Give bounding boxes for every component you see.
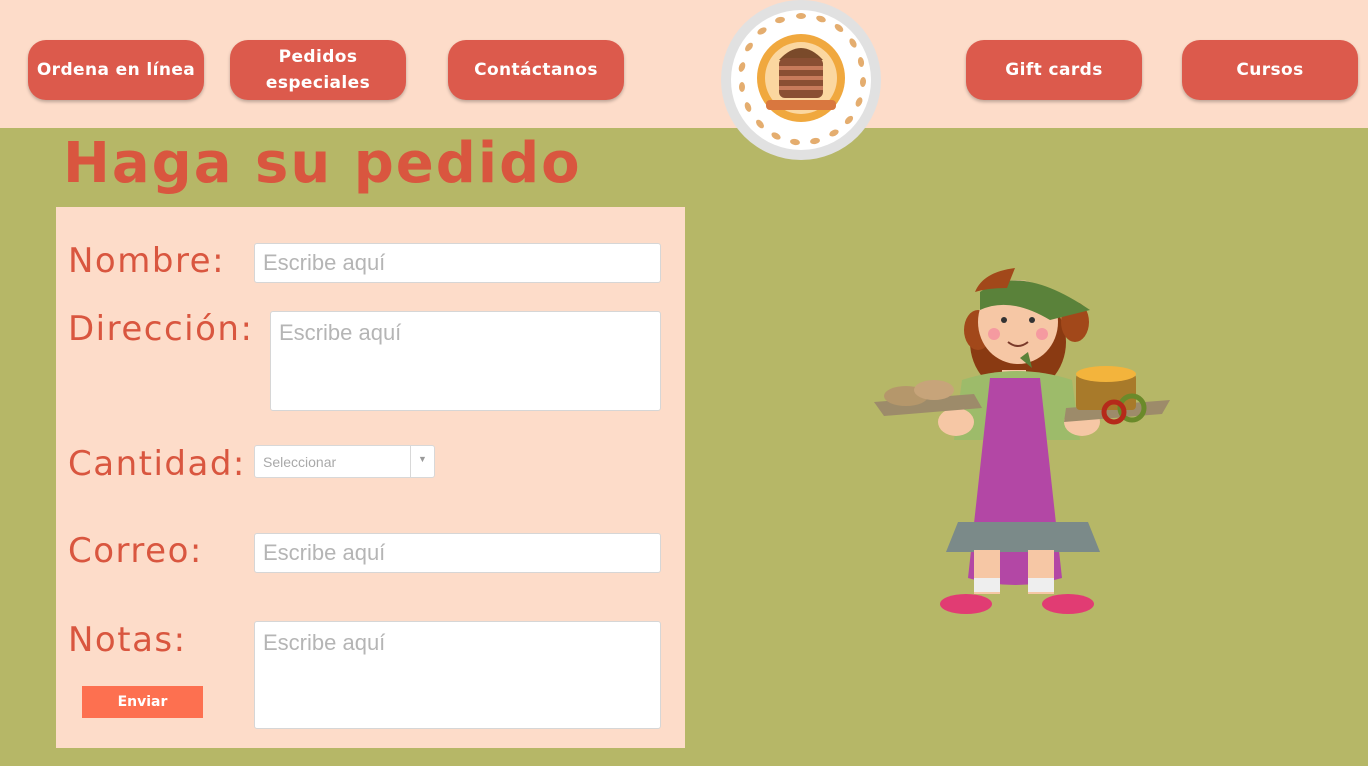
nombre-input[interactable] (254, 243, 661, 283)
nav-pedidos-label: Pedidos especiales (265, 47, 371, 93)
direccion-label: Dirección: (68, 309, 254, 349)
top-navigation-bar: Ordena en línea Pedidos especiales Contá… (0, 0, 1368, 128)
nav-giftcards-label: Gift cards (1005, 60, 1103, 80)
correo-input[interactable] (254, 533, 661, 573)
enviar-button[interactable]: Enviar (82, 686, 203, 718)
notas-label: Notas: (68, 620, 187, 660)
nombre-label: Nombre: (68, 241, 226, 281)
nav-ordena-label: Ordena en línea (36, 60, 196, 80)
cantidad-select-value: Seleccionar (263, 454, 337, 470)
notas-textarea[interactable] (254, 621, 661, 729)
nav-contactanos-button[interactable]: Contáctanos (448, 40, 624, 100)
nav-gift-cards-button[interactable]: Gift cards (966, 40, 1142, 100)
nav-pedidos-especiales-button[interactable]: Pedidos especiales (230, 40, 406, 100)
baker-woman-illustration (870, 262, 1175, 622)
select-divider (410, 446, 411, 477)
cantidad-label: Cantidad: (68, 444, 246, 484)
cantidad-select[interactable]: Seleccionar ▼ (254, 445, 435, 478)
nav-cursos-label: Cursos (1236, 60, 1304, 80)
page-title: Haga su pedido (63, 131, 582, 196)
nav-contactanos-label: Contáctanos (474, 60, 598, 80)
nav-cursos-button[interactable]: Cursos (1182, 40, 1358, 100)
correo-label: Correo: (68, 531, 203, 571)
bakery-logo-icon[interactable] (721, 0, 882, 161)
nav-ordena-en-linea-button[interactable]: Ordena en línea (28, 40, 204, 100)
chevron-down-icon[interactable]: ▼ (418, 454, 427, 464)
direccion-textarea[interactable] (270, 311, 661, 411)
